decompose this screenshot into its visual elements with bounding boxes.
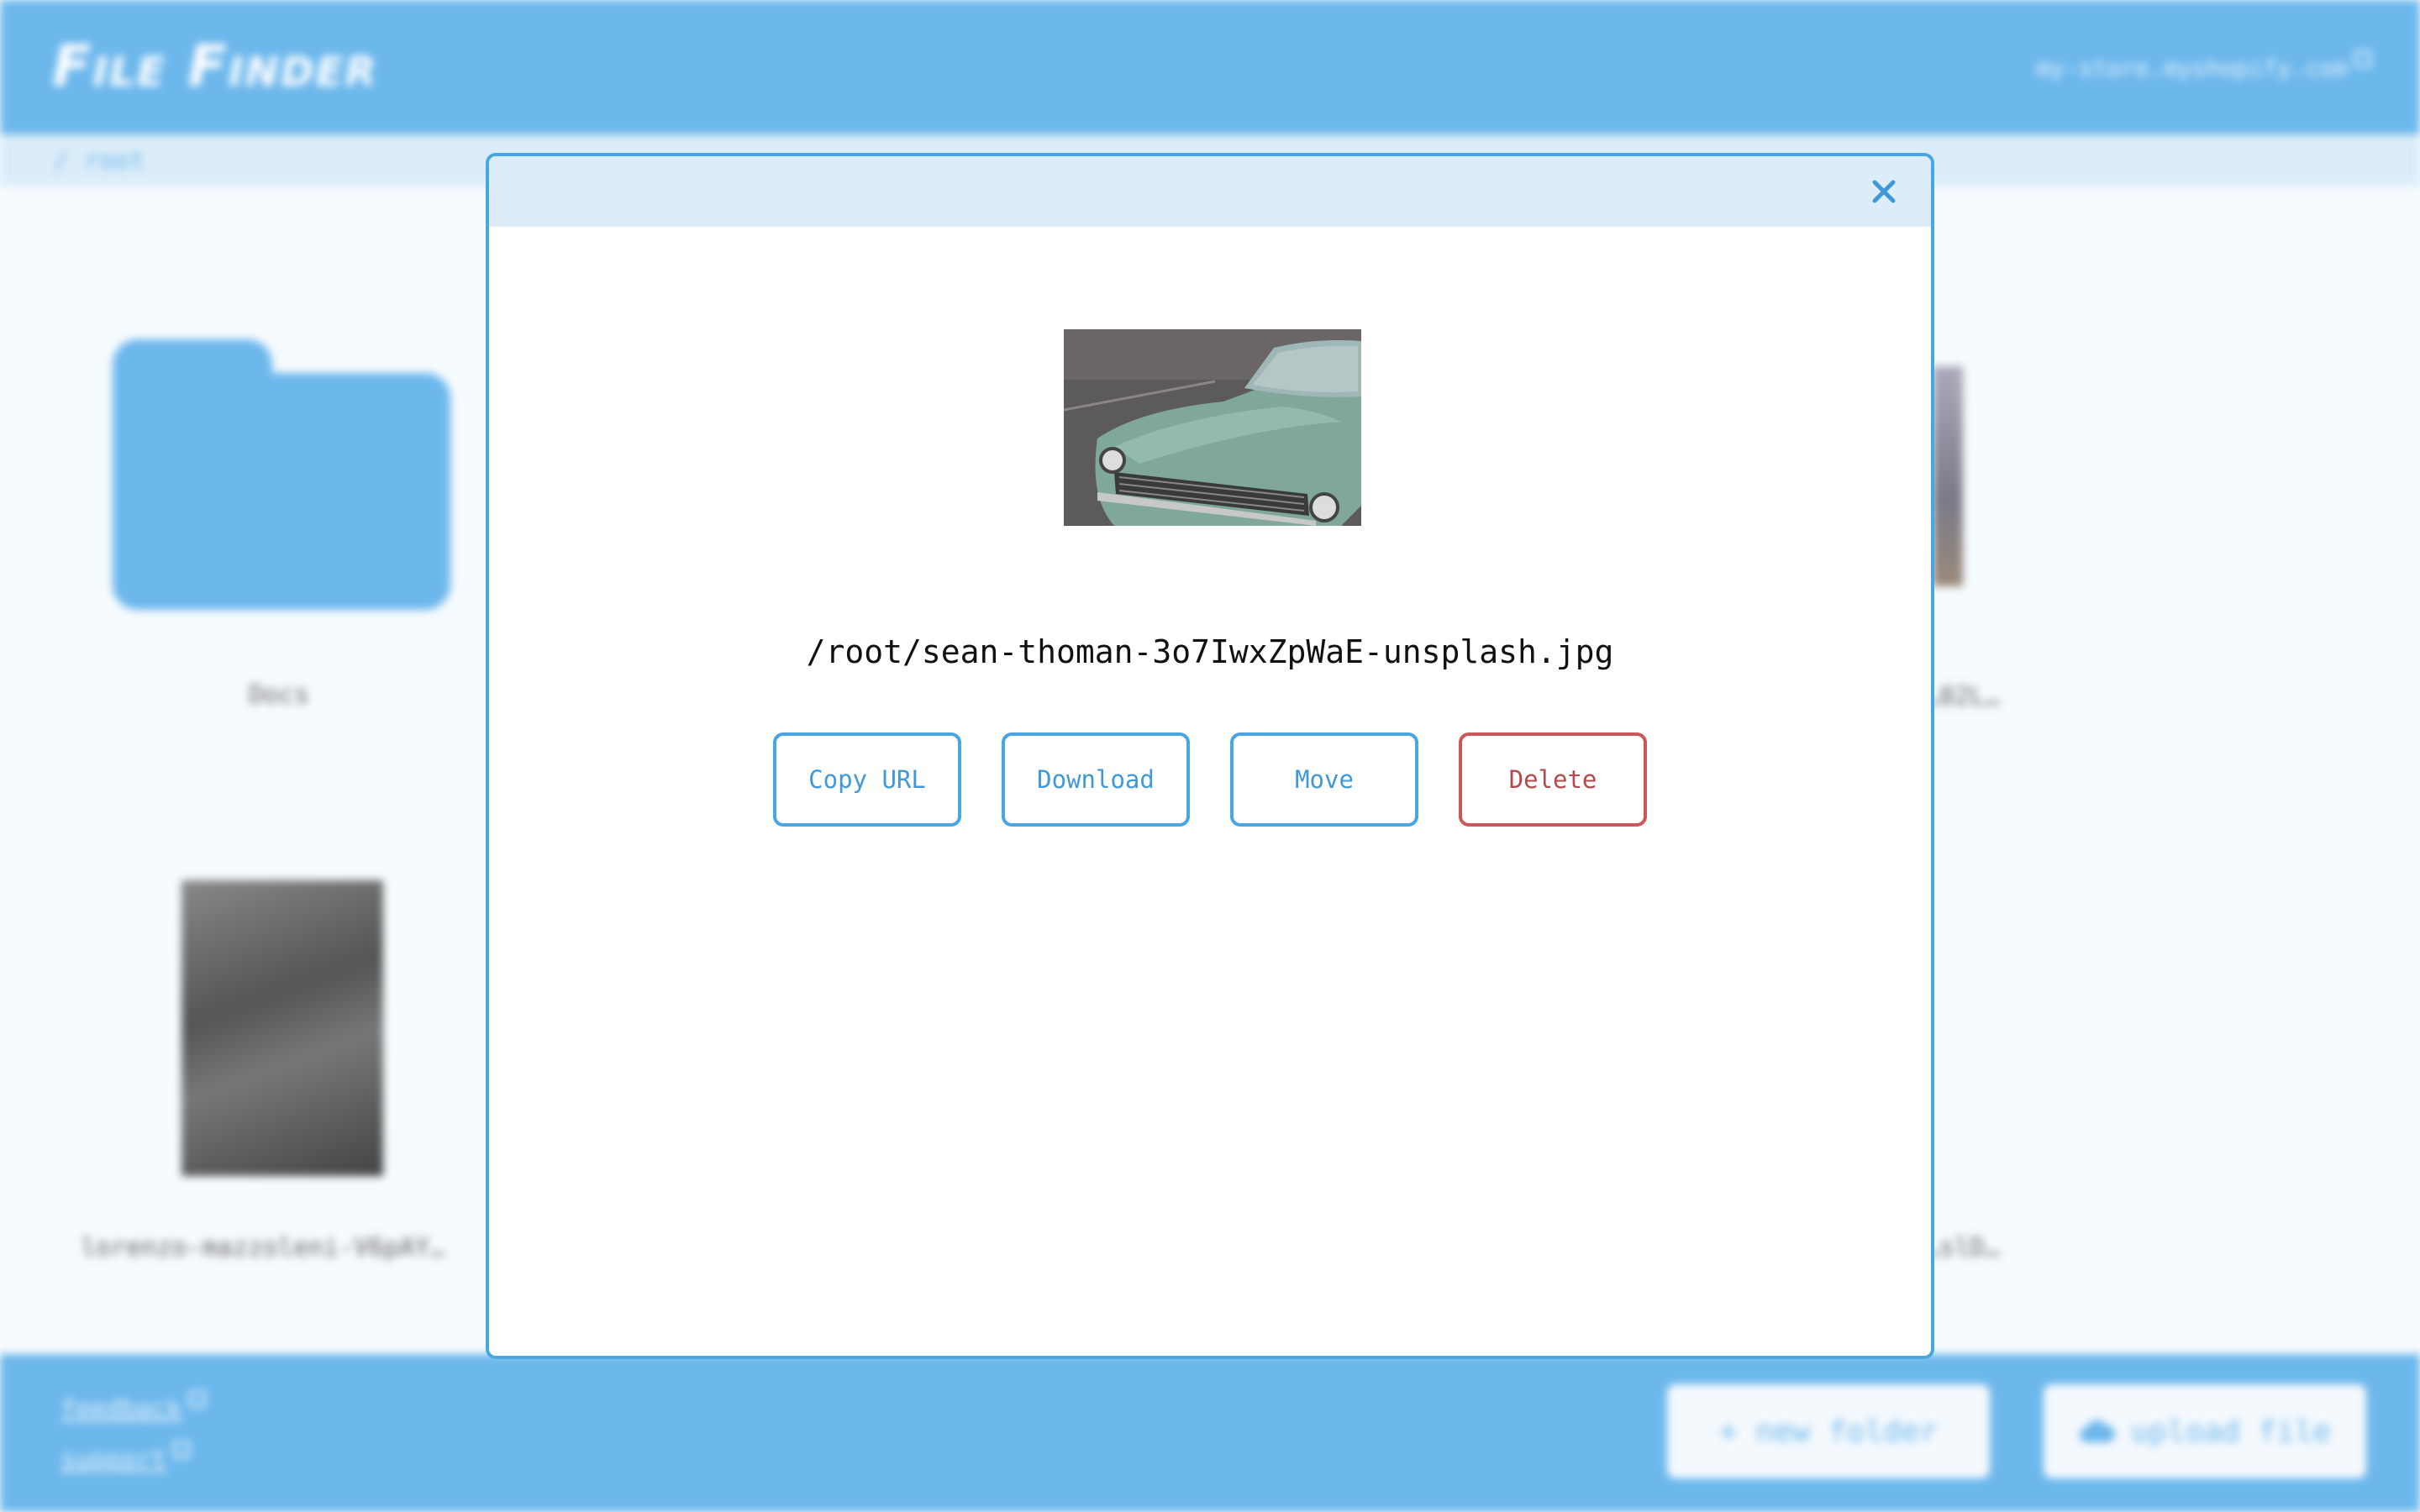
file-detail-modal: /root/sean-thoman-3o7IwxZpWaE-unsplash.j… bbox=[486, 153, 1934, 1359]
folder-icon[interactable] bbox=[113, 339, 450, 610]
file-label: …02L… bbox=[1924, 682, 2001, 711]
app-logo: File Finder bbox=[52, 34, 378, 100]
image-thumbnail[interactable] bbox=[182, 880, 383, 1176]
app-header: File Finder my-store.myshopify.com bbox=[0, 0, 2420, 134]
cloud-upload-icon bbox=[2079, 1420, 2115, 1442]
copy-url-button[interactable]: Copy URL bbox=[773, 732, 961, 827]
file-path: /root/sean-thoman-3o7IwxZpWaE-unsplash.j… bbox=[806, 633, 1614, 670]
external-link-icon bbox=[188, 1391, 206, 1408]
close-icon bbox=[1872, 180, 1896, 203]
file-label: …slD… bbox=[1924, 1233, 2001, 1263]
close-button[interactable] bbox=[1870, 178, 1897, 205]
store-link[interactable]: my-store.myshopify.com bbox=[2036, 50, 2371, 81]
support-link[interactable]: support bbox=[60, 1441, 191, 1474]
modal-header bbox=[489, 156, 1931, 227]
external-link-icon bbox=[173, 1441, 191, 1458]
store-link-label: my-store.myshopify.com bbox=[2036, 54, 2348, 82]
feedback-link-label: feedback bbox=[60, 1394, 182, 1424]
feedback-link[interactable]: feedback bbox=[60, 1391, 206, 1424]
file-label: lorenzo-mazzoleni-V6pAY… bbox=[81, 1233, 445, 1263]
download-button[interactable]: Download bbox=[1002, 732, 1190, 827]
image-preview bbox=[1064, 329, 1361, 526]
external-link-icon bbox=[2354, 50, 2371, 67]
upload-file-button[interactable]: upload file bbox=[2044, 1384, 2366, 1478]
car-photo bbox=[1064, 329, 1361, 526]
folder-label-docs: Docs bbox=[249, 680, 310, 710]
move-button[interactable]: Move bbox=[1230, 732, 1418, 827]
new-folder-button[interactable]: + new folder bbox=[1667, 1384, 1990, 1478]
breadcrumb[interactable]: / root bbox=[54, 146, 145, 176]
delete-button[interactable]: Delete bbox=[1459, 732, 1647, 827]
image-thumbnail[interactable] bbox=[1933, 366, 1963, 586]
support-link-label: support bbox=[60, 1445, 167, 1474]
new-folder-label: + new folder bbox=[1718, 1414, 1939, 1449]
upload-file-label: upload file bbox=[2130, 1414, 2332, 1449]
